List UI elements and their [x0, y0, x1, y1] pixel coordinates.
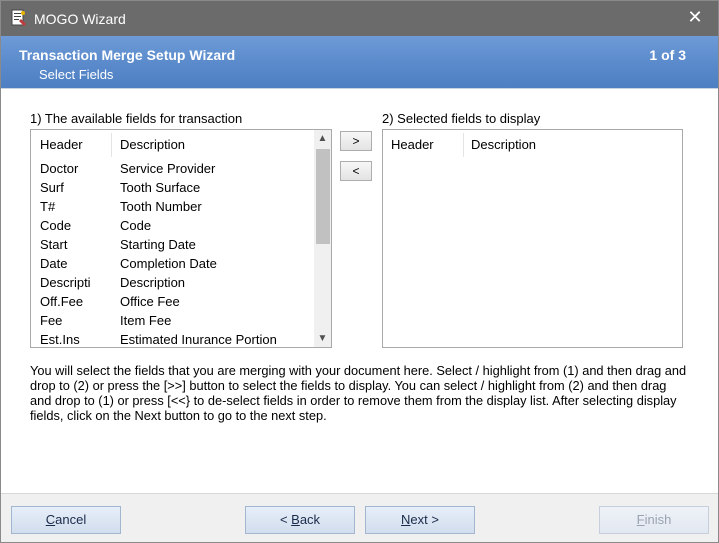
available-fields-list[interactable]: Header Description Doctor Service Provid…: [30, 129, 332, 348]
next-button[interactable]: Next >: [365, 506, 475, 534]
row-description: Completion Date: [120, 256, 217, 271]
row-description: Starting Date: [120, 237, 196, 252]
next-label: ext >: [410, 512, 439, 527]
list-item[interactable]: Descripti Description: [31, 274, 311, 293]
row-header: Est.Ins: [40, 332, 80, 347]
row-header: T#: [40, 199, 56, 214]
scroll-up-icon[interactable]: ▲: [314, 130, 331, 147]
scroll-thumb[interactable]: [316, 149, 330, 244]
back-button[interactable]: < Back: [245, 506, 355, 534]
finish-accelerator: F: [636, 512, 645, 527]
cancel-accelerator: C: [45, 512, 56, 527]
row-header: Descripti: [40, 275, 91, 290]
title-bar[interactable]: MOGO Wizard ✕: [1, 1, 718, 36]
list-item[interactable]: Surf Tooth Surface: [31, 179, 311, 198]
row-description: Estimated Inurance Portion: [120, 332, 277, 347]
back-accelerator: B: [291, 512, 300, 527]
wizard-window: MOGO Wizard ✕ Transaction Merge Setup Wi…: [0, 0, 719, 543]
list-item[interactable]: Est.Ins Estimated Inurance Portion: [31, 331, 311, 347]
close-icon[interactable]: ✕: [672, 1, 718, 36]
available-description-column[interactable]: Description: [120, 137, 185, 152]
row-header: Doctor: [40, 161, 79, 176]
cancel-button[interactable]: Cancel: [11, 506, 121, 534]
row-header: Off.Fee: [40, 294, 84, 309]
row-description: Tooth Surface: [120, 180, 201, 195]
window-title: MOGO Wizard: [34, 11, 126, 27]
cancel-label: ancel: [55, 512, 87, 527]
selected-header-column[interactable]: Header: [391, 137, 434, 152]
list-item[interactable]: Fee Item Fee: [31, 312, 311, 331]
back-prefix: <: [279, 512, 292, 527]
column-divider: [463, 133, 464, 157]
vertical-scrollbar[interactable]: ▲ ▼: [314, 130, 331, 347]
row-description: Service Provider: [120, 161, 216, 176]
back-label: ack: [299, 512, 321, 527]
wizard-title: Transaction Merge Setup Wizard: [19, 47, 236, 63]
row-header: Fee: [40, 313, 63, 328]
available-fields-label: 1) The available fields for transaction: [30, 111, 243, 126]
list-item[interactable]: T# Tooth Number: [31, 198, 311, 217]
scroll-down-icon[interactable]: ▼: [314, 330, 331, 347]
row-header: Date: [40, 256, 68, 271]
row-description: Code: [120, 218, 152, 233]
available-list-header: Header Description: [31, 130, 331, 158]
wizard-subtitle: Select Fields: [39, 67, 114, 82]
add-field-button[interactable]: >: [340, 131, 372, 151]
list-item[interactable]: Code Code: [31, 217, 311, 236]
row-description: Office Fee: [120, 294, 180, 309]
step-indicator: 1 of 3: [649, 47, 686, 63]
row-header: Surf: [40, 180, 64, 195]
row-header: Start: [40, 237, 68, 252]
finish-label: inish: [644, 512, 672, 527]
wizard-banner: Transaction Merge Setup Wizard Select Fi…: [1, 36, 718, 89]
next-accelerator: N: [401, 512, 411, 527]
list-item[interactable]: Doctor Service Provider: [31, 160, 311, 179]
finish-button[interactable]: Finish: [599, 506, 709, 534]
selected-fields-label: 2) Selected fields to display: [382, 111, 541, 126]
list-item[interactable]: Off.Fee Office Fee: [31, 293, 311, 312]
row-description: Tooth Number: [120, 199, 202, 214]
instructions-text: You will select the fields that you are …: [30, 363, 687, 423]
selected-fields-list[interactable]: Header Description: [382, 129, 683, 348]
button-bar: Cancel < Back Next > Finish: [1, 493, 718, 542]
list-item[interactable]: Date Completion Date: [31, 255, 311, 274]
row-description: Description: [120, 275, 186, 290]
selected-list-header: Header Description: [383, 130, 682, 158]
row-header: Code: [40, 218, 72, 233]
list-item[interactable]: Start Starting Date: [31, 236, 311, 255]
selected-description-column[interactable]: Description: [471, 137, 536, 152]
wizard-content: 1) The available fields for transaction …: [1, 90, 718, 493]
row-description: Item Fee: [120, 313, 172, 328]
column-divider: [111, 133, 112, 157]
wizard-document-icon: [11, 9, 26, 26]
remove-field-button[interactable]: <: [340, 161, 372, 181]
available-header-column[interactable]: Header: [40, 137, 83, 152]
